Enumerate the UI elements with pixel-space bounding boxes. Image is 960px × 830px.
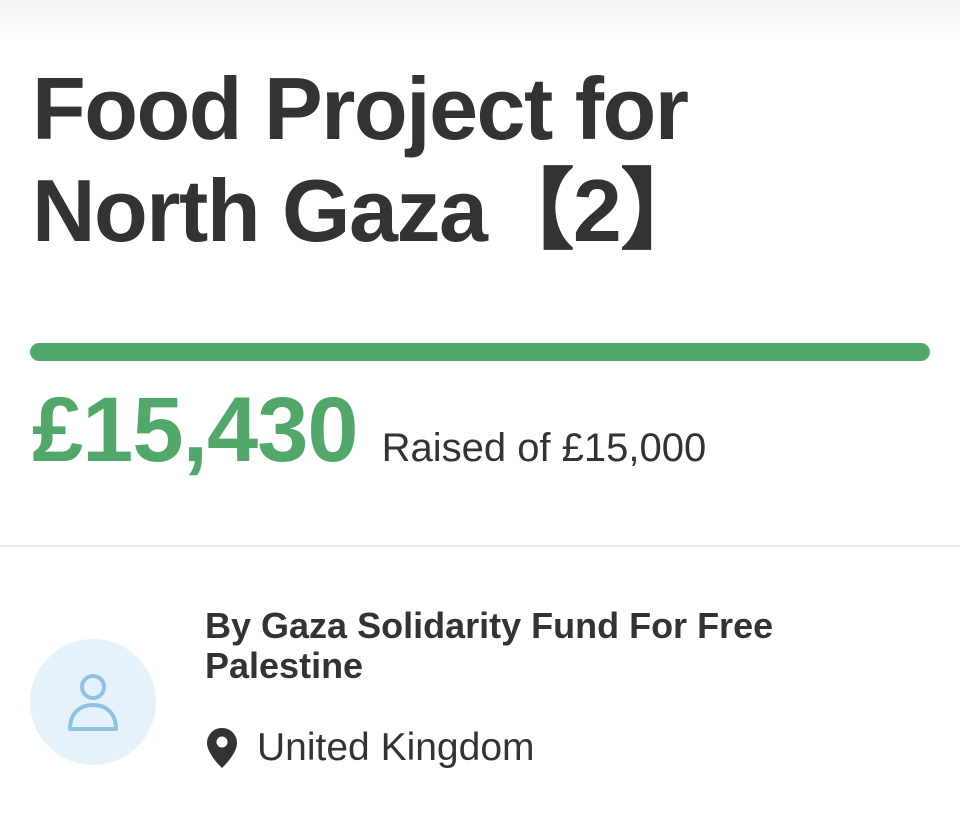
location: United Kingdom xyxy=(205,722,535,774)
amount-raised: £15,430 xyxy=(32,379,359,481)
target-amount: Raised of £15,000 xyxy=(381,426,707,470)
user-icon xyxy=(68,674,118,731)
top-shade xyxy=(0,0,960,40)
location-text: United Kingdom xyxy=(257,726,535,769)
progress-bar-fill xyxy=(30,343,930,361)
map-pin-icon xyxy=(207,728,237,768)
progress-bar xyxy=(30,343,930,361)
fundraising-summary: £15,430 Raised of £15,000 xyxy=(32,380,932,480)
campaign-title: Food Project for North Gaza【2】 xyxy=(32,59,708,260)
organizer-avatar[interactable] xyxy=(30,639,156,765)
divider xyxy=(0,545,960,547)
organizer-name[interactable]: By Gaza Solidarity Fund For Free Palesti… xyxy=(205,606,905,686)
